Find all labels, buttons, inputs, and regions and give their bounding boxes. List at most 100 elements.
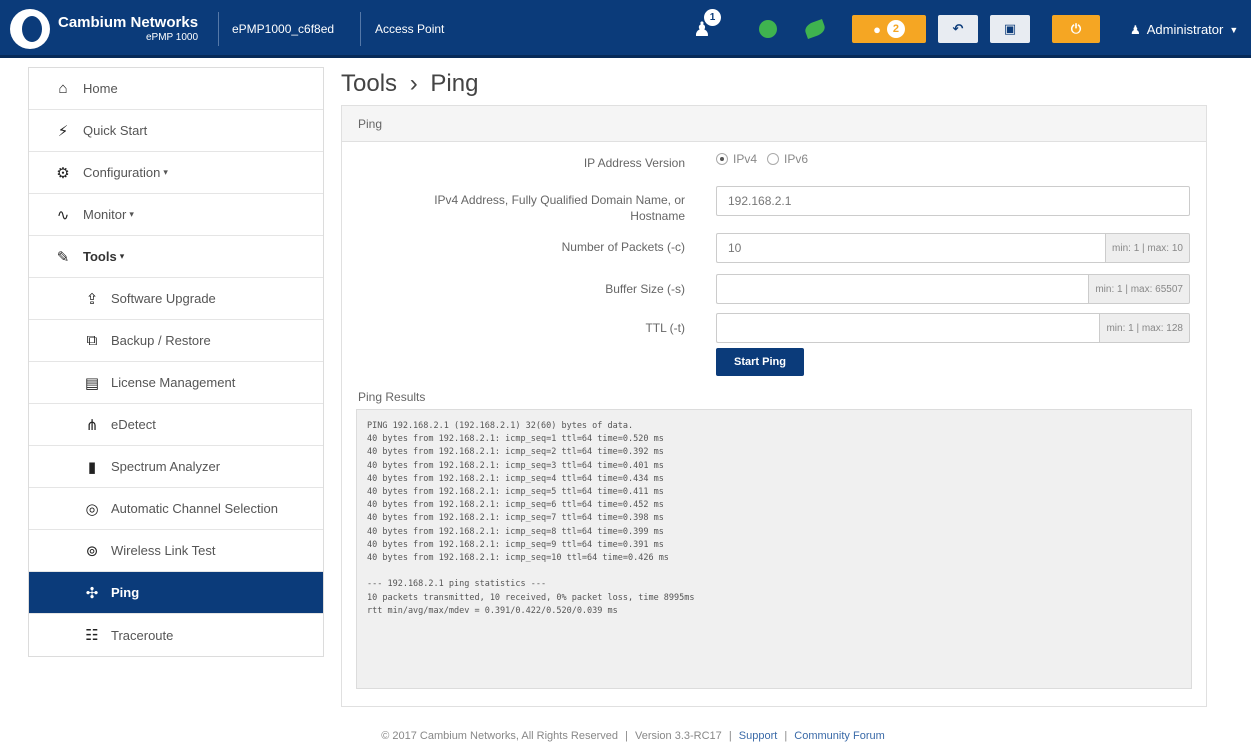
- lightbulb-icon: ●: [873, 21, 881, 37]
- sidebar-item-label: Spectrum Analyzer: [111, 459, 221, 474]
- traceroute-icon: ☷: [85, 627, 99, 644]
- ttl-label: TTL (-t): [645, 321, 685, 335]
- ipv4-radio-label: IPv4: [733, 152, 758, 166]
- footer-separator: |: [784, 730, 788, 742]
- ipv4-radio[interactable]: [716, 153, 728, 165]
- brand-logo-link[interactable]: Cambium Networks ePMP 1000: [10, 9, 198, 49]
- sidebar-item-label: Automatic Channel Selection: [111, 501, 278, 516]
- user-name: Administrator: [1146, 22, 1224, 37]
- sidebar-item-label: Backup / Restore: [111, 333, 211, 348]
- license-icon: ▤: [84, 374, 100, 392]
- ping-panel: Ping IP Address Version IPv4 IPv6 IPv4 A…: [341, 105, 1207, 707]
- footer-separator: |: [728, 730, 732, 742]
- copyright-text: © 2017 Cambium Networks, All Rights Rese…: [381, 730, 618, 742]
- ping-results-output: PING 192.168.2.1 (192.168.2.1) 32(60) by…: [356, 409, 1192, 689]
- ping-icon: ✣: [85, 584, 99, 602]
- footer: © 2017 Cambium Networks, All Rights Rese…: [0, 730, 1251, 742]
- sidebar-item-label: Tools: [83, 249, 117, 264]
- sidebar-item-ping[interactable]: ✣ Ping: [29, 572, 323, 614]
- internet-status-button[interactable]: [756, 17, 780, 41]
- version-text: Version 3.3-RC17: [634, 730, 722, 742]
- brand-model: ePMP 1000: [145, 32, 199, 43]
- notification-count-badge: 1: [704, 9, 721, 26]
- sidebar-item-quick-start[interactable]: ⚡ Quick Start: [29, 110, 323, 152]
- undo-icon: ↶: [952, 21, 964, 36]
- chevron-down-icon: ▾: [163, 167, 168, 177]
- sidebar-item-label: Home: [83, 81, 118, 96]
- top-navbar: Cambium Networks ePMP 1000 ePMP1000_c6f8…: [0, 0, 1251, 58]
- alerts-button[interactable]: ● 2: [852, 15, 926, 43]
- sidebar-item-label: Software Upgrade: [111, 291, 216, 306]
- backup-icon: ⧉: [86, 332, 98, 349]
- link-test-icon: ⊚: [85, 542, 99, 560]
- device-mode: Access Point: [375, 22, 445, 36]
- page-title: Tools › Ping: [341, 70, 478, 98]
- nav-divider: [360, 12, 361, 46]
- sidebar-item-label: Configuration: [83, 165, 161, 180]
- ip-version-radio-group: IPv4 IPv6: [716, 152, 808, 166]
- save-button[interactable]: ▣: [990, 15, 1030, 43]
- ip-version-label: IP Address Version: [583, 156, 685, 170]
- wireless-status-icon: [803, 19, 827, 39]
- globe-icon: [759, 20, 777, 38]
- sidebar-item-label: License Management: [111, 375, 236, 390]
- buffer-size-label: Buffer Size (-s): [605, 282, 685, 296]
- bar-chart-icon: ▮: [87, 458, 97, 476]
- device-name: ePMP1000_c6f8ed: [232, 22, 335, 36]
- sidebar-item-license-management[interactable]: ▤ License Management: [29, 362, 323, 404]
- save-icon: ▣: [1003, 21, 1017, 36]
- sidebar-item-wireless-link-test[interactable]: ⊚ Wireless Link Test: [29, 530, 323, 572]
- packets-input[interactable]: 10: [716, 233, 1106, 263]
- undo-button[interactable]: ↶: [938, 15, 978, 43]
- sidebar-item-traceroute[interactable]: ☷ Traceroute: [29, 614, 323, 656]
- packets-label: Number of Packets (-c): [561, 240, 685, 254]
- sidebar-item-automatic-channel-selection[interactable]: ◎ Automatic Channel Selection: [29, 488, 323, 530]
- ipv6-radio-label: IPv6: [784, 152, 809, 166]
- wireless-status-button[interactable]: [803, 17, 827, 41]
- sidebar-item-label: Quick Start: [83, 123, 148, 138]
- channel-icon: ◎: [85, 500, 99, 518]
- sidebar-item-label: Wireless Link Test: [111, 543, 216, 558]
- reboot-button[interactable]: ⏻: [1052, 15, 1100, 43]
- sidebar-item-backup-restore[interactable]: ⧉ Backup / Restore: [29, 320, 323, 362]
- user-menu[interactable]: ♟ Administrator ▼: [1130, 22, 1238, 37]
- sidebar-item-spectrum-analyzer[interactable]: ▮ Spectrum Analyzer: [29, 446, 323, 488]
- sidebar-item-tools[interactable]: ✎ Tools ▾: [29, 236, 323, 278]
- footer-separator: |: [625, 730, 628, 742]
- chevron-down-icon: ▾: [129, 209, 134, 219]
- upgrade-icon: ⇪: [85, 290, 99, 308]
- power-icon: ⏻: [1070, 21, 1082, 36]
- sidebar-item-edetect[interactable]: ⋔ eDetect: [29, 404, 323, 446]
- wrench-icon: ✎: [56, 248, 70, 266]
- panel-heading: Ping: [342, 106, 1206, 142]
- chevron-down-icon: ▾: [119, 251, 125, 261]
- brand-name: Cambium Networks: [58, 14, 199, 31]
- ipv6-radio[interactable]: [767, 153, 780, 165]
- start-ping-button[interactable]: Start Ping: [716, 348, 804, 376]
- ttl-range-hint: min: 1 | max: 128: [1099, 313, 1190, 343]
- address-input[interactable]: 192.168.2.1: [716, 186, 1190, 216]
- gear-icon: ⚙: [56, 164, 70, 182]
- sidebar-item-home[interactable]: ⌂ Home: [29, 68, 323, 110]
- breadcrumb-current: Ping: [430, 70, 479, 97]
- nav-divider: [218, 12, 219, 46]
- support-link[interactable]: Support: [739, 730, 778, 742]
- cambium-logo-icon: [10, 9, 50, 49]
- chevron-down-icon: ▼: [1229, 24, 1239, 35]
- packets-range-hint: min: 1 | max: 10: [1105, 233, 1190, 263]
- buffer-size-range-hint: min: 1 | max: 65507: [1088, 274, 1190, 304]
- sidebar-item-configuration[interactable]: ⚙ Configuration ▾: [29, 152, 323, 194]
- community-forum-link[interactable]: Community Forum: [794, 730, 884, 742]
- sidebar-item-monitor[interactable]: ∿ Monitor ▾: [29, 194, 323, 236]
- sidebar-item-label: Traceroute: [111, 627, 174, 643]
- sidebar-item-label: eDetect: [111, 417, 156, 432]
- sidebar-item-software-upgrade[interactable]: ⇪ Software Upgrade: [29, 278, 323, 320]
- runner-icon: ⚡: [57, 122, 69, 140]
- buffer-size-input[interactable]: [716, 274, 1089, 304]
- ping-results-label: Ping Results: [358, 390, 426, 404]
- sidebar-item-label: Monitor: [83, 207, 127, 222]
- notifications-button[interactable]: ♟ 1: [690, 9, 721, 41]
- ttl-input[interactable]: [716, 313, 1100, 343]
- home-icon: ⌂: [58, 80, 68, 97]
- alert-count-badge: 2: [886, 20, 905, 38]
